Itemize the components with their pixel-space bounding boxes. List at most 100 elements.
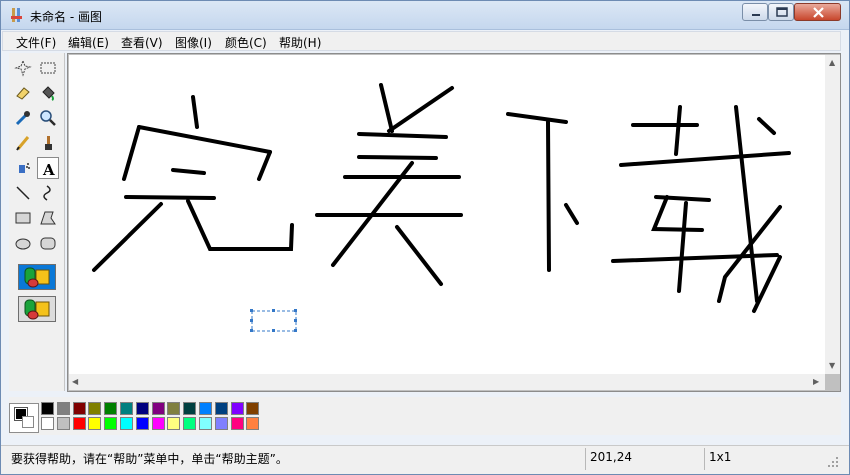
menu-help[interactable]: 帮助(H) bbox=[279, 34, 321, 51]
menu-edit[interactable]: 编辑(E) bbox=[68, 34, 109, 51]
text-tool[interactable]: A bbox=[37, 157, 59, 179]
color-swatch[interactable] bbox=[214, 417, 228, 430]
color-swatch[interactable] bbox=[167, 417, 181, 430]
ellipse-icon bbox=[15, 238, 31, 250]
brush-icon bbox=[45, 136, 52, 150]
color-swatch[interactable] bbox=[183, 417, 197, 430]
fill-tool[interactable] bbox=[37, 82, 59, 104]
vertical-scrollbar[interactable]: ▲ ▼ bbox=[825, 55, 840, 374]
color-swatch[interactable] bbox=[72, 402, 86, 415]
status-selection-size: 1x1 bbox=[709, 450, 732, 464]
color-swatch[interactable] bbox=[230, 417, 244, 430]
menu-colors[interactable]: 颜色(C) bbox=[225, 34, 267, 51]
polygon-icon bbox=[40, 211, 56, 225]
maximize-button[interactable] bbox=[768, 3, 794, 21]
fill-icon bbox=[42, 86, 55, 101]
rectangle-tool[interactable] bbox=[12, 207, 34, 229]
color-palette bbox=[9, 397, 841, 435]
minimize-icon bbox=[752, 14, 760, 16]
color-swatch[interactable] bbox=[56, 402, 70, 415]
minimize-button[interactable] bbox=[742, 3, 768, 21]
color-swatch[interactable] bbox=[167, 402, 181, 415]
select-tool[interactable] bbox=[37, 57, 59, 79]
window-title: 未命名 - 画图 bbox=[30, 10, 102, 24]
opaque-background-option[interactable] bbox=[18, 264, 56, 290]
color-swatch[interactable] bbox=[120, 417, 133, 430]
horizontal-scrollbar[interactable]: ◀ ▶ bbox=[69, 374, 825, 390]
airbrush-tool[interactable] bbox=[12, 157, 34, 179]
menu-view[interactable]: 查看(V) bbox=[121, 34, 163, 51]
text-icon: A bbox=[42, 161, 55, 178]
polygon-tool[interactable] bbox=[37, 207, 59, 229]
ellipse-tool[interactable] bbox=[12, 232, 34, 254]
drawing-canvas[interactable] bbox=[69, 55, 825, 374]
color-swatch[interactable] bbox=[246, 417, 260, 430]
status-coordinates: 201,24 bbox=[590, 450, 632, 464]
color-swatch[interactable] bbox=[88, 417, 102, 430]
curve-tool[interactable] bbox=[37, 182, 59, 204]
color-swatch[interactable] bbox=[41, 402, 54, 415]
curve-icon bbox=[43, 185, 51, 201]
paint-app-icon bbox=[11, 8, 22, 22]
rounded-rectangle-icon bbox=[40, 237, 56, 250]
maximize-icon bbox=[776, 7, 788, 17]
color-swatch[interactable] bbox=[120, 402, 133, 415]
status-help-text: 要获得帮助，请在“帮助”菜单中，单击“帮助主题”。 bbox=[11, 452, 288, 466]
line-icon bbox=[16, 186, 30, 200]
color-swatch[interactable] bbox=[199, 402, 212, 415]
menu-file[interactable]: 文件(F) bbox=[16, 34, 56, 51]
close-button[interactable] bbox=[794, 3, 841, 21]
scroll-right-icon[interactable]: ▶ bbox=[813, 377, 819, 386]
color-swatch[interactable] bbox=[151, 417, 165, 430]
color-swatch[interactable] bbox=[104, 402, 118, 415]
scroll-up-icon[interactable]: ▲ bbox=[829, 58, 835, 67]
eraser-icon bbox=[16, 87, 30, 100]
magnifier-tool[interactable] bbox=[37, 107, 59, 129]
menu-bar: 文件(F) 编辑(E) 查看(V) 图像(I) 颜色(C) 帮助(H) bbox=[2, 31, 841, 51]
color-swatch[interactable] bbox=[41, 417, 54, 430]
color-swatch[interactable] bbox=[151, 402, 165, 415]
paint-window: 未命名 - 画图 文件(F) 编辑(E) 查看(V) 图像(I) 颜色(C) 帮… bbox=[0, 0, 850, 475]
color-swatch[interactable] bbox=[104, 417, 118, 430]
pencil-icon bbox=[16, 136, 30, 151]
color-swatch[interactable] bbox=[135, 417, 149, 430]
color-swatch[interactable] bbox=[135, 402, 149, 415]
toolbox: A bbox=[9, 53, 65, 391]
color-swatch[interactable] bbox=[214, 402, 228, 415]
color-swatch[interactable] bbox=[88, 402, 102, 415]
transparent-background-option[interactable] bbox=[18, 296, 56, 322]
scroll-left-icon[interactable]: ◀ bbox=[72, 377, 78, 386]
rectangle-icon bbox=[15, 212, 31, 224]
brush-tool[interactable] bbox=[37, 132, 59, 154]
close-icon bbox=[813, 7, 824, 18]
rounded-rectangle-tool[interactable] bbox=[37, 232, 59, 254]
pencil-tool[interactable] bbox=[12, 132, 34, 154]
color-swatch[interactable] bbox=[183, 402, 197, 415]
background-color[interactable] bbox=[22, 416, 34, 428]
freehand-drawing bbox=[92, 83, 791, 313]
current-colors bbox=[9, 403, 39, 433]
text-selection-box[interactable] bbox=[251, 310, 297, 332]
color-swatch[interactable] bbox=[72, 417, 86, 430]
transparent-option-icon bbox=[24, 299, 50, 320]
line-tool[interactable] bbox=[12, 182, 34, 204]
color-swatch[interactable] bbox=[56, 417, 70, 430]
resize-grip-icon[interactable] bbox=[827, 456, 839, 468]
color-swatch[interactable] bbox=[230, 402, 244, 415]
free-form-select-tool[interactable] bbox=[12, 57, 34, 79]
airbrush-icon bbox=[19, 163, 30, 173]
status-bar: 要获得帮助，请在“帮助”菜单中，单击“帮助主题”。 201,24 1x1 bbox=[1, 445, 849, 474]
color-swatch[interactable] bbox=[246, 402, 260, 415]
title-bar[interactable]: 未命名 - 画图 bbox=[1, 1, 849, 30]
color-swatch[interactable] bbox=[199, 417, 212, 430]
eraser-tool[interactable] bbox=[12, 82, 34, 104]
menu-image[interactable]: 图像(I) bbox=[175, 34, 212, 51]
pick-color-tool[interactable] bbox=[12, 107, 34, 129]
free-form-select-icon bbox=[14, 59, 32, 77]
scroll-down-icon[interactable]: ▼ bbox=[829, 361, 835, 370]
select-icon bbox=[40, 62, 56, 74]
selection-handles bbox=[250, 309, 297, 332]
magnifier-icon bbox=[40, 110, 56, 126]
opaque-option-icon bbox=[24, 267, 50, 288]
pick-color-icon bbox=[15, 111, 30, 126]
